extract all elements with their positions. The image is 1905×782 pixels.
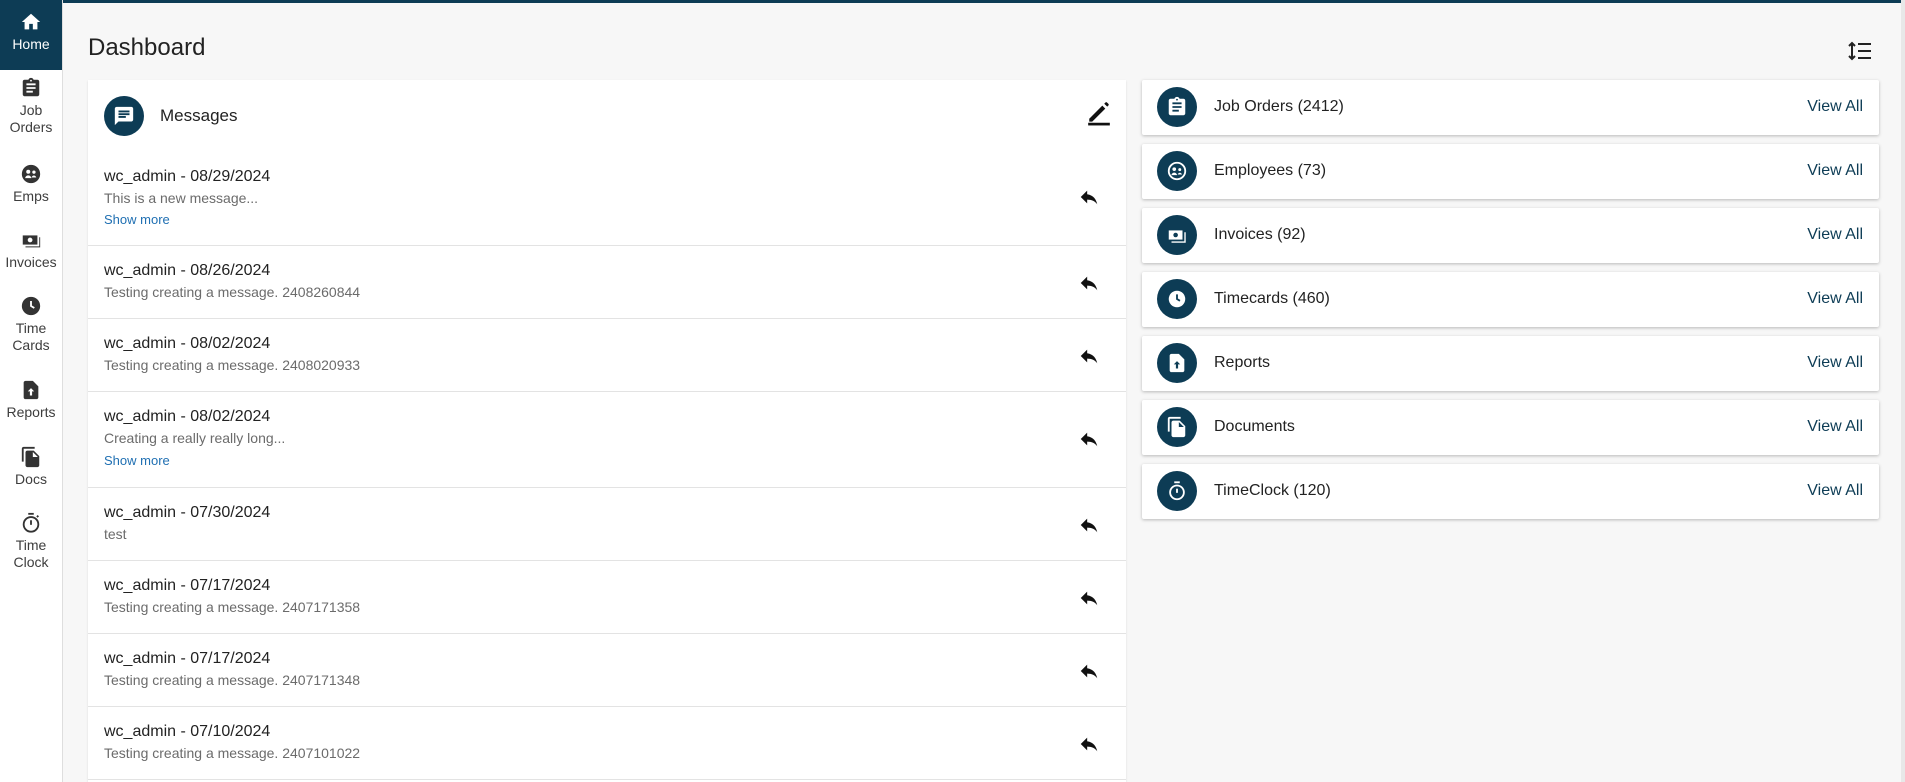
message-item[interactable]: wc_admin - 07/17/2024 Testing creating a… xyxy=(88,561,1126,634)
message-body: Creating a really really long... xyxy=(104,430,286,446)
show-more-link[interactable]: Show more xyxy=(104,212,170,227)
stat-card-reports: Reports View All xyxy=(1142,336,1879,391)
sidebar-item-label: Docs xyxy=(15,471,47,487)
stat-card-employees: Employees (73) View All xyxy=(1142,144,1879,199)
reply-icon[interactable] xyxy=(1078,733,1100,755)
top-accent-bar xyxy=(0,0,1905,3)
reply-icon[interactable] xyxy=(1078,428,1100,450)
message-list: wc_admin - 08/29/2024 This is a new mess… xyxy=(88,152,1126,780)
sidebar-item-label: Time Cards xyxy=(12,320,50,353)
message-item[interactable]: wc_admin - 07/17/2024 Testing creating a… xyxy=(88,634,1126,707)
compose-icon[interactable] xyxy=(1086,100,1112,126)
sidebar-item-label: Job Orders xyxy=(9,102,53,135)
message-header: wc_admin - 07/10/2024 xyxy=(104,723,271,740)
messages-title: Messages xyxy=(160,106,238,125)
stat-label: Job Orders (2412) xyxy=(1214,98,1344,115)
sidebar-item-reports[interactable]: Reports xyxy=(0,379,62,429)
sidebar-item-label: Time Clock xyxy=(13,537,49,570)
sidebar-item-time-cards[interactable]: Time Cards xyxy=(0,295,62,361)
view-all-link[interactable]: View All xyxy=(1807,354,1863,372)
stat-card-documents: Documents View All xyxy=(1142,400,1879,455)
reply-icon[interactable] xyxy=(1078,186,1100,208)
reply-icon[interactable] xyxy=(1078,345,1100,367)
reply-icon[interactable] xyxy=(1078,272,1100,294)
sidebar-item-label: Home xyxy=(12,36,50,52)
sidebar: Home Job Orders Emps Invoices Time Cards… xyxy=(0,0,63,782)
message-header: wc_admin - 07/17/2024 xyxy=(104,650,271,667)
people-icon xyxy=(21,164,41,184)
messages-header: Messages xyxy=(88,80,1126,152)
message-item[interactable]: wc_admin - 08/02/2024 Testing creating a… xyxy=(88,319,1126,392)
stat-label: Documents xyxy=(1214,418,1295,435)
stat-label: Reports xyxy=(1214,354,1271,371)
scrollbar[interactable] xyxy=(1901,0,1905,782)
message-body: Testing creating a message. 2407171358 xyxy=(104,599,361,615)
page-title: Dashboard xyxy=(88,34,206,61)
message-item[interactable]: wc_admin - 08/02/2024 Creating a really … xyxy=(88,392,1126,488)
file-upload-icon xyxy=(23,380,39,400)
view-all-link[interactable]: View All xyxy=(1807,162,1863,180)
stat-card-job-orders: Job Orders (2412) View All xyxy=(1142,80,1879,135)
sort-lines-icon[interactable] xyxy=(1848,40,1872,62)
view-all-link[interactable]: View All xyxy=(1807,482,1863,500)
message-body: Testing creating a message. 2407101022 xyxy=(104,745,361,761)
view-all-link[interactable]: View All xyxy=(1807,226,1863,244)
documents-icon xyxy=(1157,407,1197,447)
file-upload-icon xyxy=(1157,343,1197,383)
view-all-link[interactable]: View All xyxy=(1807,418,1863,436)
message-header: wc_admin - 08/02/2024 xyxy=(104,335,271,352)
message-item[interactable]: wc_admin - 08/29/2024 This is a new mess… xyxy=(88,152,1126,246)
sidebar-item-label: Reports xyxy=(6,404,56,420)
sidebar-item-label: Emps xyxy=(13,188,49,204)
message-header: wc_admin - 07/30/2024 xyxy=(104,504,271,521)
sidebar-item-home[interactable]: Home xyxy=(0,0,62,70)
messages-panel: Messages wc_admin - 08/29/2024 This is a… xyxy=(88,80,1126,782)
sidebar-item-label: Invoices xyxy=(5,254,57,270)
sidebar-item-time-clock[interactable]: Time Clock xyxy=(0,512,62,578)
reply-icon[interactable] xyxy=(1078,514,1100,536)
stat-label: Invoices (92) xyxy=(1214,226,1306,243)
message-body: Testing creating a message. 2408260844 xyxy=(104,284,361,300)
sidebar-item-emps[interactable]: Emps xyxy=(0,163,62,213)
sidebar-item-invoices[interactable]: Invoices xyxy=(0,229,62,279)
message-body: This is a new message... xyxy=(104,190,259,206)
stat-label: TimeClock (120) xyxy=(1214,482,1331,499)
clock-icon xyxy=(1157,279,1197,319)
people-icon xyxy=(1157,151,1197,191)
message-body: Testing creating a message. 2407171348 xyxy=(104,672,361,688)
cash-icon xyxy=(1157,215,1197,255)
timer-icon xyxy=(1157,471,1197,511)
message-body: test xyxy=(104,526,127,542)
stat-card-timecards: Timecards (460) View All xyxy=(1142,272,1879,327)
message-item[interactable]: wc_admin - 07/30/2024 test xyxy=(88,488,1126,561)
timer-icon xyxy=(22,512,40,533)
sidebar-item-job-orders[interactable]: Job Orders xyxy=(0,77,62,143)
documents-icon xyxy=(21,446,40,468)
clock-icon xyxy=(21,296,41,316)
stat-card-timeclock: TimeClock (120) View All xyxy=(1142,464,1879,519)
message-header: wc_admin - 08/02/2024 xyxy=(104,408,271,425)
view-all-link[interactable]: View All xyxy=(1807,98,1863,116)
reply-icon[interactable] xyxy=(1078,660,1100,682)
sidebar-item-docs[interactable]: Docs xyxy=(0,446,62,496)
show-more-link[interactable]: Show more xyxy=(104,453,170,468)
message-header: wc_admin - 08/29/2024 xyxy=(104,168,271,185)
message-body: Testing creating a message. 2408020933 xyxy=(104,357,361,373)
message-item[interactable]: wc_admin - 07/10/2024 Testing creating a… xyxy=(88,707,1126,780)
clipboard-icon xyxy=(22,77,40,97)
reply-icon[interactable] xyxy=(1078,587,1100,609)
cash-icon xyxy=(22,235,41,248)
home-icon xyxy=(21,13,41,30)
message-header: wc_admin - 08/26/2024 xyxy=(104,262,271,279)
message-header: wc_admin - 07/17/2024 xyxy=(104,577,271,594)
stat-label: Employees (73) xyxy=(1214,162,1327,179)
view-all-link[interactable]: View All xyxy=(1807,290,1863,308)
stat-label: Timecards (460) xyxy=(1214,290,1330,307)
stat-card-invoices: Invoices (92) View All xyxy=(1142,208,1879,263)
clipboard-icon xyxy=(1157,87,1197,127)
message-item[interactable]: wc_admin - 08/26/2024 Testing creating a… xyxy=(88,246,1126,319)
message-icon xyxy=(104,96,144,136)
